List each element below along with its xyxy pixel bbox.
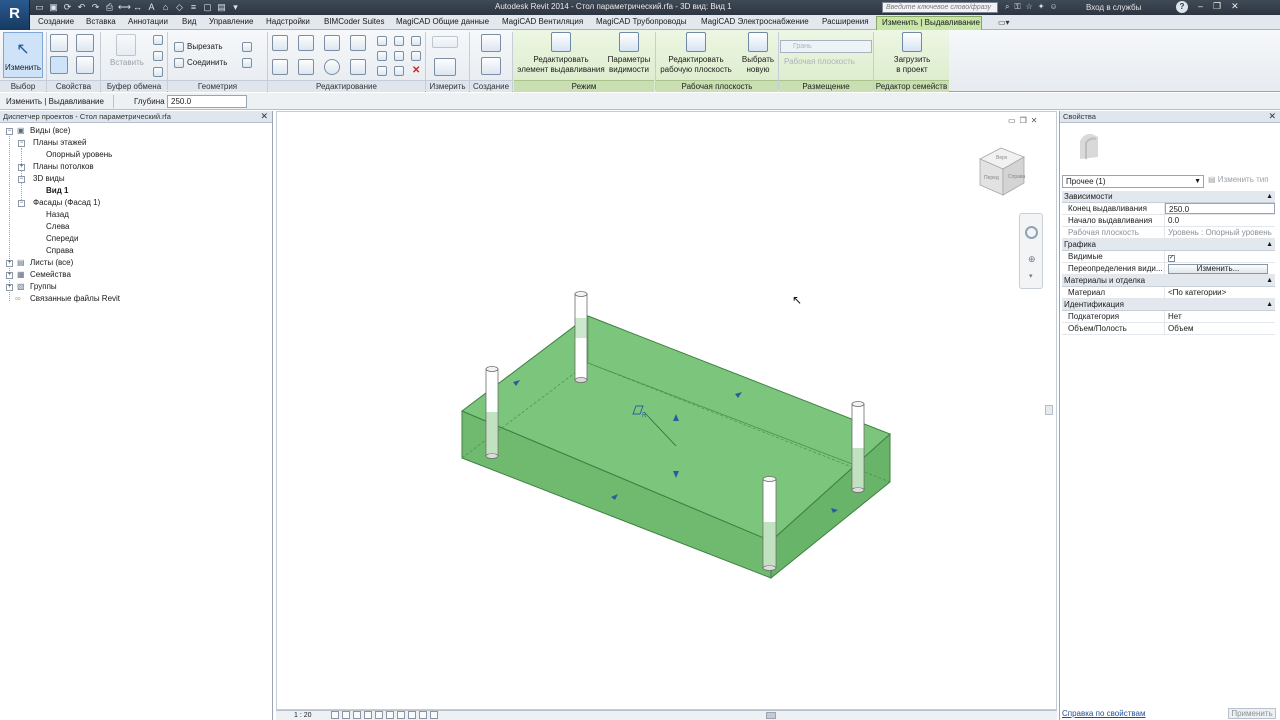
vertical-scrollbar-thumb[interactable] [1045,405,1053,415]
category-constraints[interactable]: Зависимости ▲ [1062,191,1275,203]
edit-type-button[interactable]: ▤ Изменить тип [1208,175,1269,184]
collapse-icon[interactable]: ▲ [1266,239,1273,250]
reveal-hidden-icon[interactable] [419,711,427,719]
zoom-icon[interactable]: ⊕ [1028,254,1036,265]
collapse-icon[interactable]: ▲ [1266,275,1273,286]
apply-button[interactable]: Применить [1228,708,1276,719]
work-plane-value: Уровень : Опорный уровень [1168,228,1272,237]
prop-row-material: Материал <По категории> [1062,287,1275,299]
chevron-down-icon: ▼ [1194,178,1201,185]
category-graphics[interactable]: Графика ▲ [1062,239,1275,251]
subcategory-value[interactable]: Нет [1165,311,1275,322]
analytical-model-icon[interactable] [430,711,438,719]
view-control-bar: 1 : 20 [276,710,1057,720]
prop-row-extrusion-end: Конец выдавливания 250.0 [1062,203,1275,215]
viewcube-right-label: Справа [1008,174,1025,180]
properties-palette: Свойства ✕ Прочее (1) ▼ ▤ Изменить тип З… [1059,111,1280,720]
shadows-icon[interactable] [364,711,372,719]
svg-text:R: R [642,413,647,419]
properties-title: Свойства ✕ [1060,111,1280,123]
temp-hide-icon[interactable] [408,711,416,719]
properties-table: Зависимости ▲ Конец выдавливания 250.0 На… [1062,191,1275,335]
leg-right [851,401,865,493]
prop-row-solid-void: Объем/Полость Объем [1062,323,1275,335]
leg-front [762,476,777,571]
type-selector-dropdown[interactable]: Прочее (1) ▼ [1062,175,1204,188]
steering-wheel-icon[interactable] [1025,226,1038,239]
show-crop-icon[interactable] [386,711,394,719]
mouse-cursor-icon: ↖ [792,293,803,307]
leg-back [574,291,588,383]
extrusion-end-input[interactable]: 250.0 [1165,203,1275,214]
visible-checkbox[interactable]: ✓ [1168,255,1175,262]
prop-row-visibility-override: Переопределения види... Изменить... [1062,263,1275,275]
collapse-icon[interactable]: ▲ [1266,191,1273,202]
collapse-icon[interactable]: ▲ [1266,299,1273,310]
viewcube-top-label: Верх [996,155,1008,161]
material-value[interactable]: <По категории> [1165,287,1275,298]
edit-type-icon: ▤ [1208,175,1218,184]
category-identity[interactable]: Идентификация ▲ [1062,299,1275,311]
horizontal-scrollbar-thumb[interactable] [766,712,776,719]
prop-row-extrusion-start: Начало выдавливания 0.0 [1062,215,1275,227]
sun-path-icon[interactable] [353,711,361,719]
application-menu-button[interactable]: R [0,0,30,30]
properties-help-link[interactable]: Справка по свойствам [1062,709,1145,718]
type-preview-icon [1080,133,1098,159]
solid-void-value[interactable]: Объем [1165,323,1275,334]
edit-visibility-button[interactable]: Изменить... [1168,264,1268,274]
category-materials[interactable]: Материалы и отделка ▲ [1062,275,1275,287]
prop-row-work-plane: Рабочая плоскость Уровень : Опорный уров… [1062,227,1275,239]
view-scale[interactable]: 1 : 20 [294,712,312,719]
prop-row-visible: Видимые ✓ [1062,251,1275,263]
visual-style-icon[interactable] [342,711,350,719]
detail-level-icon[interactable] [331,711,339,719]
viewcube[interactable]: Верх Перед Справа [977,145,1029,201]
crop-view-icon[interactable] [375,711,383,719]
lock-view-icon[interactable] [397,711,405,719]
navigation-bar: ⊕ ▾ [1019,213,1043,289]
prop-row-subcategory: Подкатегория Нет [1062,311,1275,323]
leg-left [485,366,499,459]
extrusion-start-value[interactable]: 0.0 [1165,215,1275,226]
extrusion-solid[interactable] [461,315,891,580]
viewcube-front-label: Перед [984,175,999,181]
zoom-dropdown-icon[interactable]: ▾ [1029,272,1033,280]
close-icon[interactable]: ✕ [1268,111,1276,122]
view-control-icons [331,711,438,719]
